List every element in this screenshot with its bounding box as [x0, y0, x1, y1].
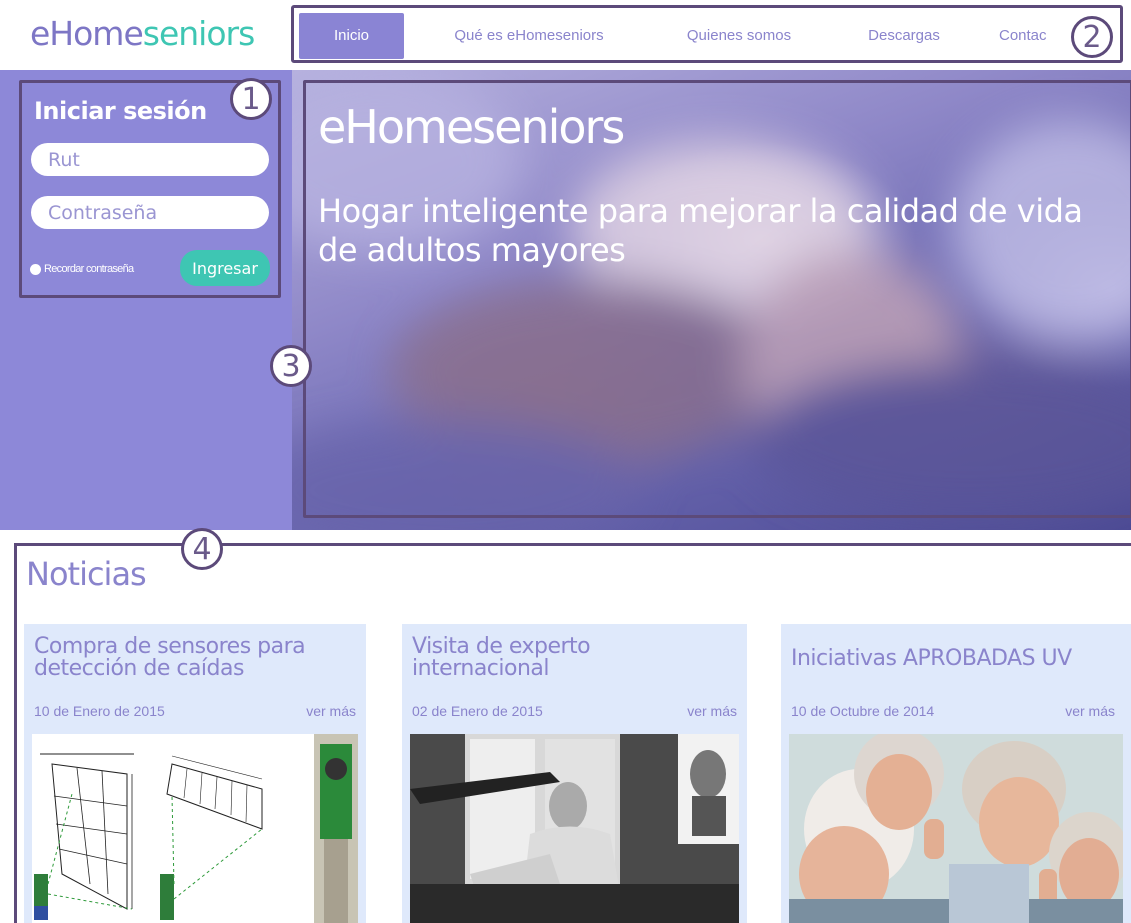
- seniors-photo-illustration: [789, 734, 1123, 923]
- news-card-more-link[interactable]: ver más: [1065, 703, 1115, 719]
- nav-item-descargas[interactable]: Descargas: [849, 13, 959, 59]
- news-card[interactable]: Compra de sensores para detección de caí…: [24, 624, 366, 923]
- annotation-marker-3: 3: [270, 345, 312, 387]
- news-card-date: 02 de Enero de 2015: [412, 703, 543, 719]
- site-logo[interactable]: eHomeseniors: [30, 10, 256, 58]
- remember-radio-icon[interactable]: [30, 263, 41, 275]
- nav-item-contacto[interactable]: Contac: [999, 13, 1065, 59]
- password-input[interactable]: [31, 196, 269, 229]
- nav-item-que-es[interactable]: Qué es eHomeseniors: [434, 13, 624, 59]
- annotation-marker-4: 4: [181, 528, 223, 570]
- news-card[interactable]: Visita de experto internacional 02 de En…: [402, 624, 747, 923]
- news-card[interactable]: Iniciativas APROBADAS UV 10 de Octubre d…: [781, 624, 1131, 923]
- remember-password-toggle[interactable]: Recordar contraseña: [30, 259, 134, 279]
- seniors-photo: [789, 734, 1123, 923]
- news-heading: Noticias: [26, 555, 147, 593]
- rut-input[interactable]: [31, 143, 269, 176]
- expert-photo: [410, 734, 739, 923]
- sensor-grid-illustration: [34, 734, 358, 923]
- nav-item-inicio[interactable]: Inicio: [299, 13, 404, 59]
- login-button[interactable]: Ingresar: [180, 250, 270, 286]
- news-card-more-link[interactable]: ver más: [306, 703, 356, 719]
- remember-password-label: Recordar contraseña: [44, 263, 134, 275]
- annotation-marker-1: 1: [230, 78, 272, 120]
- login-title: Iniciar sesión: [34, 97, 207, 125]
- news-card-date: 10 de Octubre de 2014: [791, 703, 935, 719]
- news-card-more-link[interactable]: ver más: [687, 703, 737, 719]
- news-card-title[interactable]: Iniciativas APROBADAS UV: [791, 648, 1111, 670]
- news-card-date: 10 de Enero de 2015: [34, 703, 165, 719]
- hero-banner: eHomeseniors Hogar inteligente para mejo…: [292, 70, 1131, 530]
- main-navigation: Inicio Qué es eHomeseniors Quienes somos…: [291, 5, 1123, 63]
- expert-photo-illustration: [410, 734, 739, 923]
- news-card-title[interactable]: Visita de experto internacional: [412, 636, 732, 680]
- logo-text-ehome: eHome: [30, 14, 144, 53]
- hero-subtitle: Hogar inteligente para mejorar la calida…: [318, 192, 1083, 269]
- nav-item-quienes-somos[interactable]: Quienes somos: [669, 13, 809, 59]
- sensor-diagram-image: [32, 734, 358, 923]
- logo-text-seniors: seniors: [142, 14, 256, 53]
- news-card-title[interactable]: Compra de sensores para detección de caí…: [34, 636, 354, 680]
- annotation-marker-2: 2: [1071, 16, 1113, 58]
- hero-title: eHomeseniors: [318, 100, 625, 154]
